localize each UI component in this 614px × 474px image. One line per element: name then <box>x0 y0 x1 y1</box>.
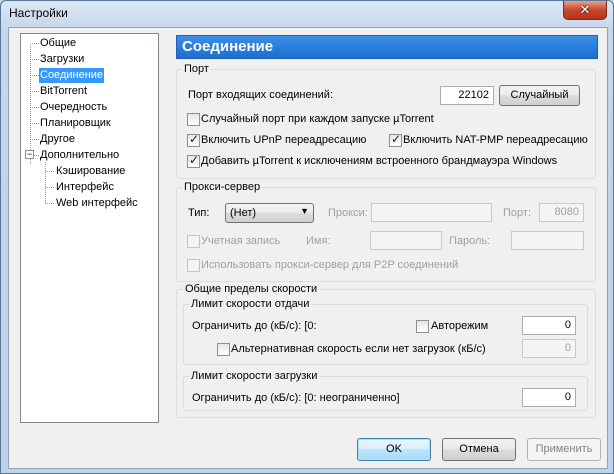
tree-item-bittorrent[interactable]: BitTorrent <box>39 84 88 99</box>
alt-speed-label: Альтернативная скорость если нет загрузо… <box>231 343 486 355</box>
natpmp-label: Включить NAT-PMP переадресацию <box>403 134 588 146</box>
check-icon: ✓ <box>189 153 200 167</box>
proxy-p2p-label: Использовать прокси-сервер для P2P соеди… <box>201 259 459 271</box>
firewall-exception-label: Добавить µTorrent к исключениям встроенн… <box>201 155 558 167</box>
window-title: Настройки <box>9 6 68 20</box>
random-port-each-start-checkbox[interactable] <box>187 113 200 126</box>
proxy-p2p-checkbox[interactable] <box>187 259 200 272</box>
collapse-advanced-icon[interactable]: − <box>25 150 34 159</box>
tree-item-downloads[interactable]: Загрузки <box>39 52 85 67</box>
cancel-button[interactable]: Отмена <box>442 438 516 461</box>
upload-limit-label: Ограничить до (кБ/с): [0: <box>192 320 317 332</box>
upload-limit-group-label: Лимит скорости отдачи <box>189 298 312 310</box>
alt-speed-checkbox[interactable] <box>217 343 230 356</box>
upnp-checkbox[interactable]: ✓ <box>187 132 200 147</box>
tree-item-interface[interactable]: Интерфейс <box>55 180 115 195</box>
close-icon: ✕ <box>579 2 591 18</box>
tree-item-other[interactable]: Другое <box>39 132 76 147</box>
apply-button[interactable]: Применить <box>527 438 601 461</box>
auto-mode-label: Авторежим <box>431 320 489 332</box>
proxy-port-input[interactable]: 8080 <box>539 203 584 222</box>
page-title: Соединение <box>182 38 274 55</box>
proxy-auth-label: Учетная запись <box>201 235 281 247</box>
proxy-host-label: Прокси: <box>328 207 368 219</box>
proxy-password-input[interactable] <box>511 231 584 250</box>
tree-item-caching[interactable]: Кэширование <box>55 164 126 179</box>
download-limit-label: Ограничить до (кБ/с): [0: неограниченно] <box>192 392 400 404</box>
settings-tree: Общие Загрузки Соединение BitTorrent Оче… <box>20 33 159 423</box>
proxy-auth-checkbox[interactable] <box>187 235 200 248</box>
proxy-password-label: Пароль: <box>449 235 491 247</box>
proxy-username-input[interactable] <box>370 231 442 250</box>
incoming-port-input[interactable]: 22102 <box>440 86 494 105</box>
download-limit-input[interactable]: 0 <box>522 388 576 407</box>
firewall-exception-checkbox[interactable]: ✓ <box>187 153 200 168</box>
upload-limit-input[interactable]: 0 <box>522 316 576 335</box>
speed-limits-group-label: Общие пределы скорости <box>183 283 320 295</box>
auto-mode-checkbox[interactable] <box>416 320 429 333</box>
check-icon: ✓ <box>189 132 200 146</box>
tree-item-queueing[interactable]: Очередность <box>39 100 108 115</box>
proxy-type-label: Тип: <box>188 207 210 219</box>
proxy-port-label: Порт: <box>503 207 531 219</box>
tree-item-connection[interactable]: Соединение <box>39 68 105 83</box>
proxy-host-input[interactable] <box>371 203 492 222</box>
tree-item-advanced[interactable]: Дополнительно <box>39 148 120 163</box>
proxy-type-select[interactable]: (Нет) ▼ <box>225 203 314 223</box>
proxy-username-label: Имя: <box>306 235 331 247</box>
page-header: Соединение <box>176 35 598 59</box>
random-port-each-start-label: Случайный порт при каждом запуске µTorre… <box>201 113 434 125</box>
proxy-type-value: (Нет) <box>230 207 257 219</box>
upnp-label: Включить UPnP переадресацию <box>201 134 367 146</box>
tree-item-general[interactable]: Общие <box>39 36 77 51</box>
ok-button[interactable]: OK <box>357 438 431 461</box>
tree-item-scheduler[interactable]: Планировщик <box>39 116 112 131</box>
tree-item-web-interface[interactable]: Web интерфейс <box>55 196 139 211</box>
random-port-button[interactable]: Случайный <box>499 85 580 106</box>
incoming-port-label: Порт входящих соединений: <box>188 89 334 101</box>
title-bar[interactable]: Настройки ✕ <box>1 1 613 25</box>
download-limit-group-label: Лимит скорости загрузки <box>189 370 320 382</box>
check-icon: ✓ <box>391 132 402 146</box>
chevron-down-icon: ▼ <box>300 206 309 216</box>
natpmp-checkbox[interactable]: ✓ <box>389 132 402 147</box>
proxy-group-label: Прокси-сервер <box>182 181 263 193</box>
close-button[interactable]: ✕ <box>563 1 607 20</box>
port-group-label: Порт <box>182 63 211 75</box>
alt-speed-input[interactable]: 0 <box>522 339 576 358</box>
